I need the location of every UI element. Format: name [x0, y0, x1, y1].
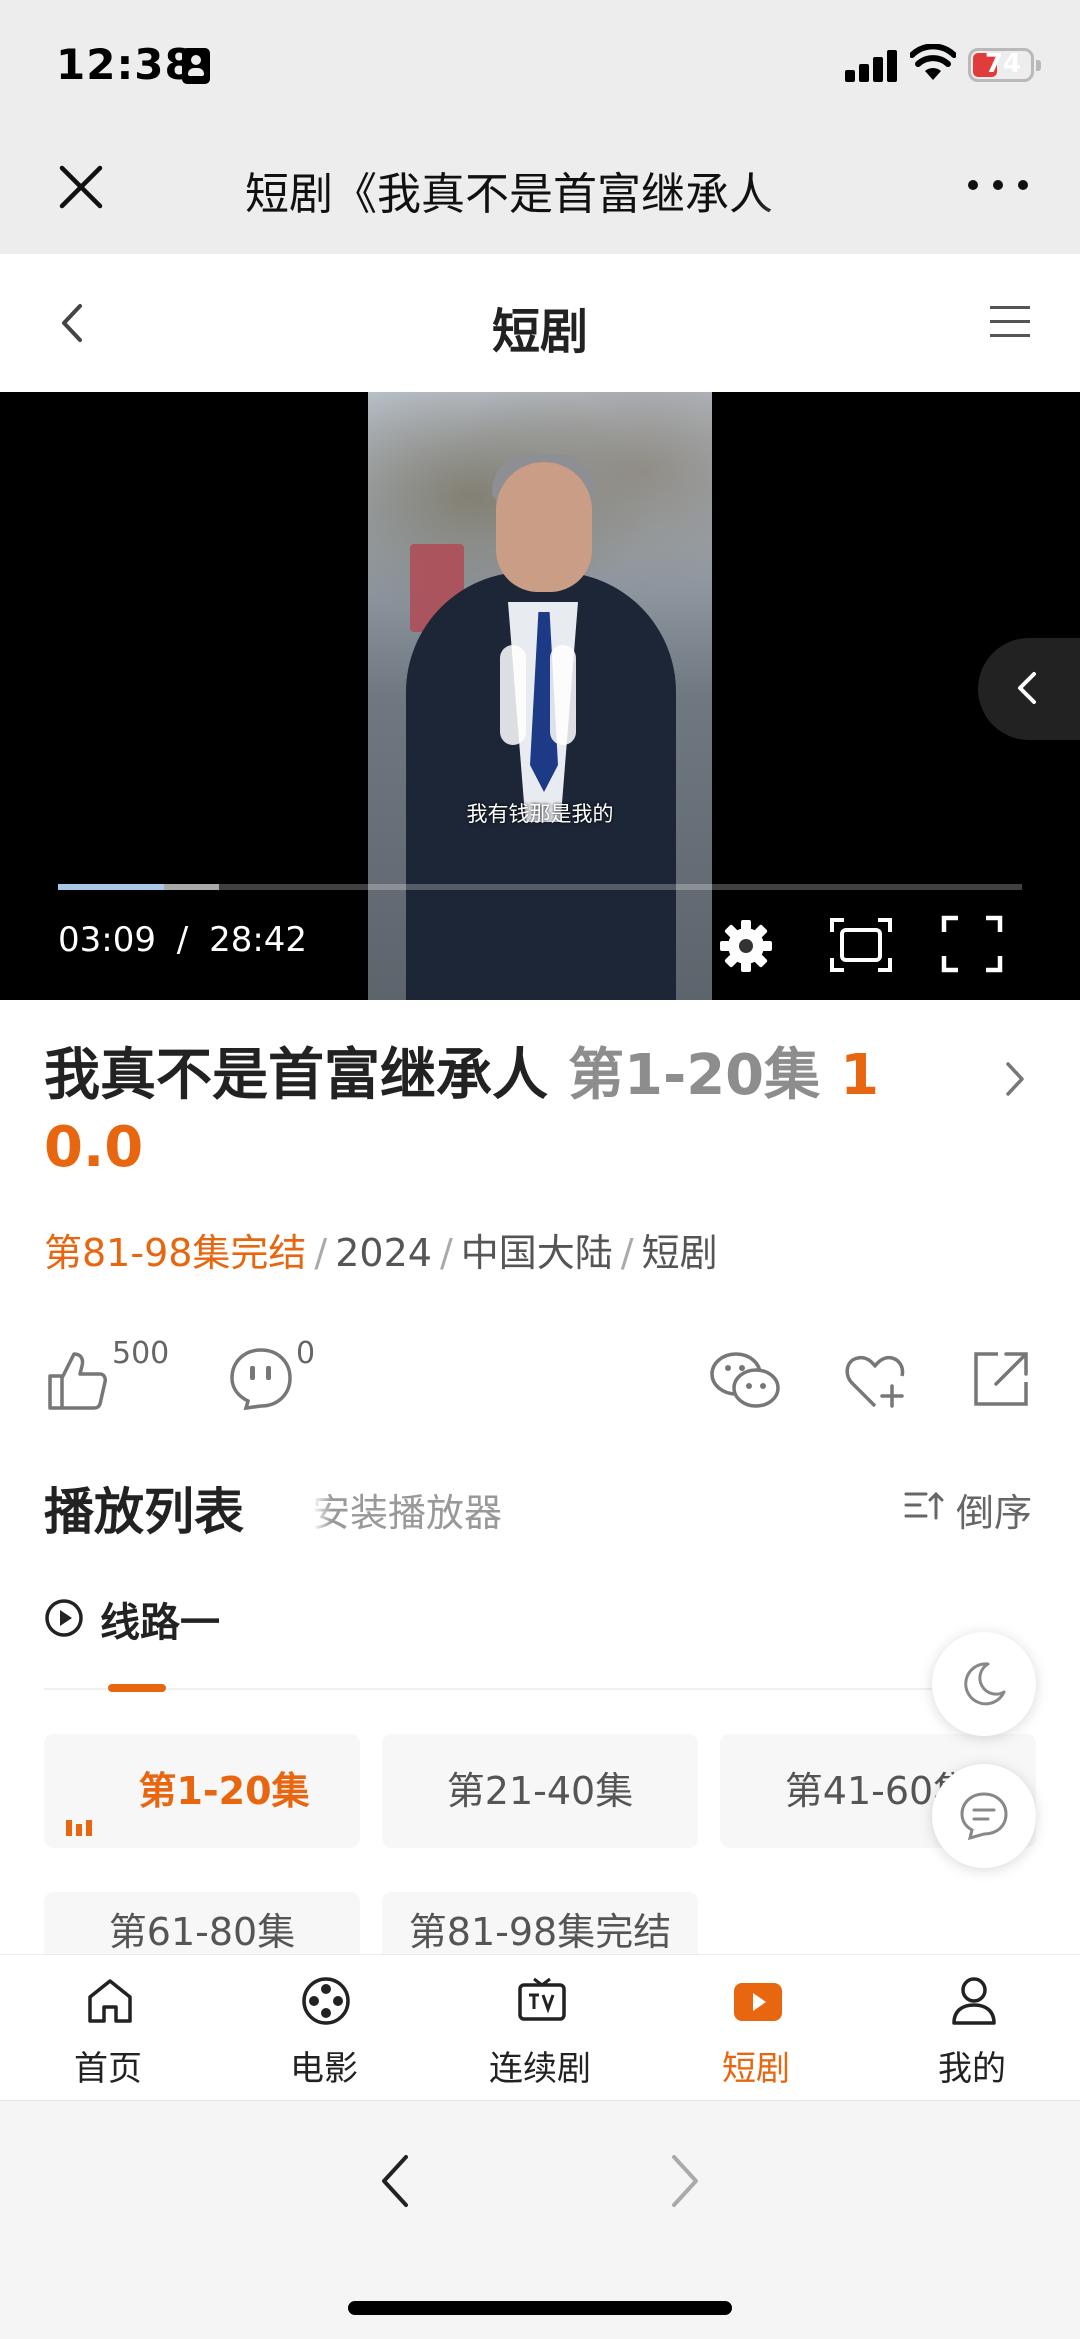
sort-button[interactable]: 倒序	[904, 1482, 1032, 1537]
tab-home[interactable]: 首页	[0, 1955, 216, 2101]
battery-icon: 74	[968, 48, 1041, 82]
show-score-part2: 0.0	[44, 1115, 144, 1180]
feedback-button[interactable]	[932, 1764, 1036, 1868]
moon-icon	[964, 1662, 1006, 1706]
duration: 28:42	[209, 920, 308, 960]
chevron-left-icon	[1018, 672, 1036, 704]
favorite-add-icon[interactable]	[842, 1350, 908, 1410]
episode-range-button[interactable]: 第1-20集	[44, 1734, 360, 1848]
site-header: 短剧	[0, 254, 1080, 392]
tv-icon	[518, 1977, 566, 2021]
tab-label: 首页	[74, 2049, 142, 2089]
show-title-row: 我真不是首富继承人 第1-20集 1 0.0	[44, 1040, 964, 1184]
tab-label: 我的	[938, 2049, 1006, 2089]
tab-label: 短剧	[722, 2049, 790, 2089]
episode-grid: 第1-20集 第21-40集 第41-60集 第61-80集 第81-98集完结	[0, 1734, 1080, 1954]
episode-range-button[interactable]: 第81-98集完结	[382, 1892, 698, 1954]
page-title: 短剧《我真不是首富继承人	[245, 169, 773, 220]
message-icon	[960, 1792, 1008, 1841]
browser-forward-icon[interactable]	[668, 2151, 702, 2211]
tab-short-drama[interactable]: 短剧	[648, 1955, 864, 2101]
time-display: 03:09 / 28:42	[58, 920, 307, 960]
thumbs-up-icon	[48, 1352, 107, 1410]
route-active-indicator	[108, 1684, 166, 1692]
show-score-part1: 1	[840, 1043, 880, 1108]
show-meta: 第81-98集完结/2024/中国大陆 / 短剧	[44, 1231, 718, 1275]
home-icon	[88, 1979, 132, 2023]
comment-count: 0	[296, 1336, 316, 1371]
more-icon[interactable]	[968, 170, 1028, 200]
settings-gear-icon[interactable]	[716, 916, 776, 976]
show-region: 中国大陆	[460, 1231, 613, 1275]
like-button[interactable]: 500	[44, 1336, 174, 1436]
side-drawer-toggle[interactable]	[978, 638, 1080, 740]
show-year: 2024	[335, 1231, 432, 1275]
pause-icon[interactable]	[500, 645, 580, 745]
route-label: 线路一	[100, 1600, 220, 1646]
install-player-link[interactable]: 安装播放器	[312, 1482, 502, 1537]
progress-played	[58, 884, 165, 890]
site-title: 短剧	[491, 304, 588, 360]
action-bar: 500 0	[0, 1330, 1080, 1430]
playlist-title: 播放列表	[44, 1483, 244, 1541]
episode-range-button[interactable]: 第61-80集	[44, 1892, 360, 1954]
play-box-icon	[734, 1983, 782, 2021]
wechat-share-icon[interactable]	[708, 1348, 782, 1412]
cellular-signal-icon	[845, 48, 897, 82]
comment-face-icon	[230, 1348, 292, 1411]
route-tab[interactable]: 线路一	[44, 1590, 220, 1648]
tab-movies[interactable]: 电影	[216, 1955, 432, 2101]
show-status: 第81-98集完结	[44, 1231, 307, 1275]
browser-back-icon[interactable]	[378, 2151, 412, 2211]
time-separator: /	[176, 920, 189, 960]
status-bar: 12:38 74	[0, 0, 1080, 130]
tab-profile[interactable]: 我的	[864, 1955, 1080, 2101]
show-episodes: 第1-20集	[568, 1043, 821, 1108]
like-count: 500	[112, 1336, 170, 1371]
battery-level: 74	[984, 49, 1022, 79]
comment-button[interactable]: 0	[228, 1336, 338, 1436]
external-share-icon[interactable]	[970, 1348, 1032, 1410]
show-title: 我真不是首富继承人	[44, 1043, 548, 1108]
sort-label: 倒序	[956, 1491, 1033, 1535]
user-icon	[952, 1977, 996, 2025]
progress-bar[interactable]	[58, 884, 1022, 890]
chevron-right-icon[interactable]	[1000, 1056, 1030, 1102]
tab-label: 电影	[290, 2049, 358, 2089]
tab-label: 连续剧	[489, 2049, 591, 2089]
browser-toolbar	[0, 2100, 1080, 2339]
play-circle-icon	[45, 1599, 83, 1637]
video-subtitle: 我有钱那是我的	[466, 802, 614, 826]
close-icon[interactable]	[56, 162, 106, 212]
fullscreen-icon[interactable]	[940, 914, 1004, 974]
night-mode-button[interactable]	[932, 1632, 1036, 1736]
tab-series[interactable]: 连续剧	[432, 1955, 648, 2101]
id-card-icon	[182, 48, 210, 84]
picture-in-picture-icon[interactable]	[828, 916, 894, 974]
video-player[interactable]: 我有钱那是我的 03:09 / 28:42	[0, 392, 1080, 1000]
wifi-icon	[910, 44, 956, 80]
wechat-header: 短剧《我真不是首富继承人	[0, 130, 1080, 254]
menu-icon[interactable]	[990, 304, 1030, 340]
status-time: 12:38	[56, 40, 195, 89]
sort-icon	[904, 1491, 944, 1520]
home-indicator	[348, 2301, 732, 2315]
episode-range-button[interactable]: 第21-40集	[382, 1734, 698, 1848]
film-reel-icon	[302, 1977, 350, 2025]
show-genre: 短剧	[641, 1231, 718, 1275]
route-divider	[44, 1688, 1036, 1690]
current-time: 03:09	[58, 920, 156, 960]
playing-bars-icon	[66, 1816, 100, 1836]
bottom-tab-bar: 首页 电影 连续剧 短剧 我的	[0, 1954, 1080, 2100]
